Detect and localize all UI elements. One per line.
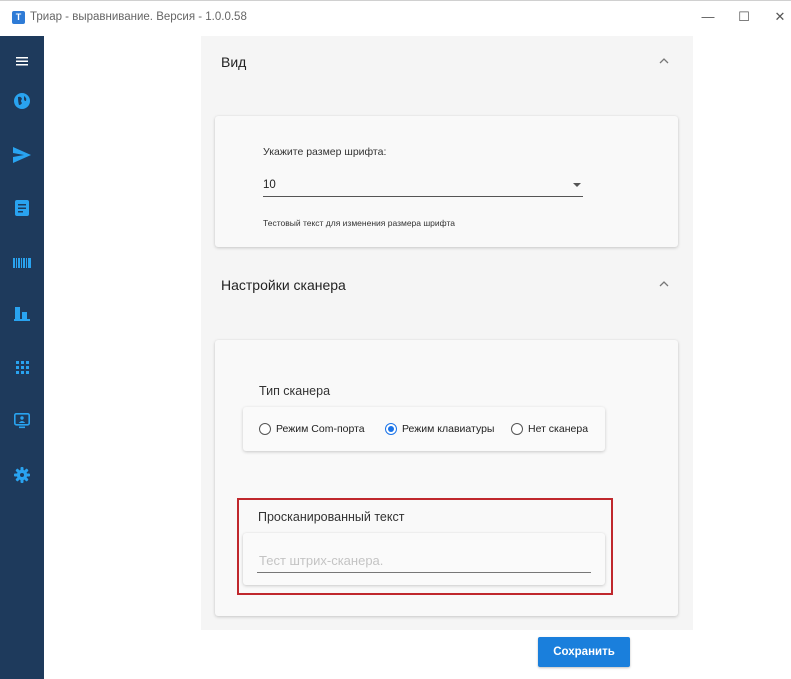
sidebar-item-menu[interactable]	[0, 46, 44, 76]
radio-com-port-circle[interactable]	[259, 423, 271, 435]
sidebar-item-send[interactable]	[0, 140, 44, 170]
scanner-section-header[interactable]: Настройки сканера	[201, 260, 693, 310]
radio-no-scanner-label: Нет сканера	[528, 423, 589, 435]
chevron-down-icon	[573, 183, 581, 187]
send-icon	[13, 147, 31, 163]
radio-com-port[interactable]: Режим Com-порта	[259, 423, 365, 435]
radio-no-scanner-circle[interactable]	[511, 423, 523, 435]
scanner-type-radio-group: Режим Com-порта Режим клавиатуры Нет ска…	[243, 407, 605, 451]
view-section-title: Вид	[221, 54, 247, 70]
window-title: Триар - выравнивание. Версия - 1.0.0.58	[30, 11, 247, 23]
settings-panel: Вид Укажите размер шрифта: 10 Тестовый т…	[201, 36, 693, 630]
title-bar: Т Триар - выравнивание. Версия - 1.0.0.5…	[0, 0, 791, 36]
main-area: Вид Укажите размер шрифта: 10 Тестовый т…	[44, 36, 791, 679]
radio-keyboard[interactable]: Режим клавиатуры	[385, 423, 494, 435]
scanner-type-label: Тип сканера	[259, 384, 331, 398]
monitor-icon	[14, 413, 30, 429]
menu-icon	[16, 57, 28, 66]
scanner-section-title: Настройки сканера	[221, 277, 346, 293]
sidebar-item-grid[interactable]	[0, 352, 44, 382]
sidebar-item-chart[interactable]	[0, 298, 44, 328]
radio-no-scanner[interactable]: Нет сканера	[511, 423, 588, 435]
font-sample-text: Тестовый текст для изменения размера шри…	[263, 218, 455, 228]
gear-icon	[14, 467, 30, 483]
sidebar	[0, 36, 44, 679]
sidebar-item-globe[interactable]	[0, 86, 44, 116]
sidebar-item-document[interactable]	[0, 193, 44, 223]
radio-keyboard-circle[interactable]	[385, 423, 397, 435]
barcode-icon	[13, 258, 31, 268]
sidebar-item-settings[interactable]	[0, 460, 44, 490]
radio-com-port-label: Режим Com-порта	[276, 423, 365, 435]
highlight-frame	[237, 498, 613, 595]
app-icon: Т	[12, 11, 25, 24]
globe-icon	[14, 93, 30, 109]
chevron-up-icon	[659, 281, 669, 287]
minimize-button[interactable]: —	[697, 7, 719, 27]
grid-icon	[15, 360, 29, 374]
font-size-label: Укажите размер шрифта:	[263, 146, 387, 158]
radio-keyboard-label: Режим клавиатуры	[402, 423, 495, 435]
view-settings-card: Укажите размер шрифта: 10 Тестовый текст…	[215, 116, 678, 247]
save-button[interactable]: Сохранить	[538, 637, 630, 667]
font-size-value: 10	[263, 179, 276, 191]
chevron-up-icon	[659, 58, 669, 64]
font-size-select[interactable]: 10	[263, 172, 583, 197]
sidebar-item-barcode[interactable]	[0, 248, 44, 278]
document-icon	[15, 200, 29, 216]
maximize-button[interactable]: ☐	[733, 7, 755, 27]
close-button[interactable]: ✕	[769, 7, 791, 27]
view-section-header[interactable]: Вид	[201, 36, 693, 86]
bar-chart-icon	[14, 307, 30, 321]
sidebar-item-monitor[interactable]	[0, 406, 44, 436]
